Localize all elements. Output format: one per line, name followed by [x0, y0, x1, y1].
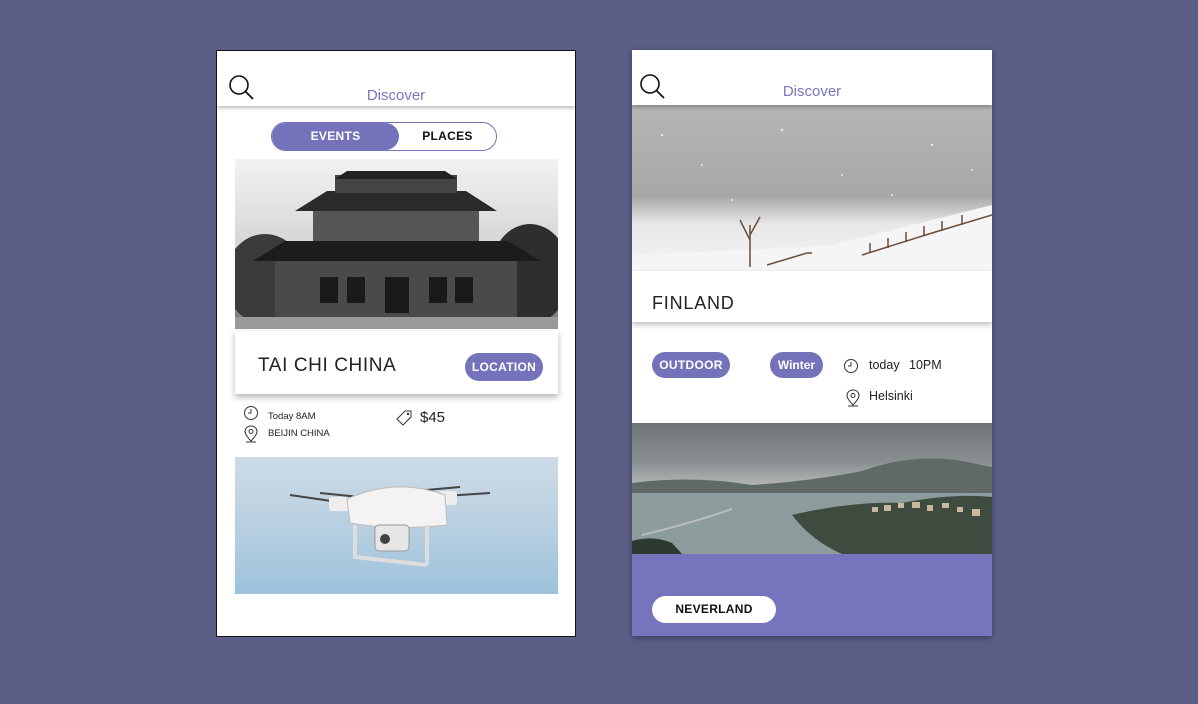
event-time: Today 8AM: [268, 411, 316, 422]
tab-places[interactable]: PLACES: [399, 123, 496, 150]
tab-switcher: EVENTS PLACES: [271, 122, 497, 151]
coastal-town-photo[interactable]: [632, 423, 992, 554]
clock-icon: [244, 406, 258, 420]
place-name: FINLAND: [652, 293, 735, 313]
event-place: BEIJIN CHINA: [268, 428, 330, 439]
location-button[interactable]: LOCATION: [465, 353, 543, 381]
header: Discover: [632, 50, 992, 105]
events-screen: Discover EVENTS PLACES TAI CHI CHINA LOC…: [216, 50, 576, 637]
page-title: Discover: [366, 87, 426, 104]
location-pin-icon: [846, 389, 860, 407]
tag-outdoor[interactable]: OUTDOOR: [652, 352, 730, 378]
drone-photo[interactable]: [235, 457, 558, 594]
location-pin-icon: [244, 425, 258, 443]
places-screen: Discover FINLAND OUTDOOR Winter today 10…: [632, 50, 992, 636]
header: Discover: [217, 51, 575, 106]
event-price: $45: [420, 409, 446, 426]
place-time-hour: 10PM: [909, 358, 942, 372]
temple-photo[interactable]: [235, 159, 558, 329]
snow-landscape-photo[interactable]: [632, 105, 992, 271]
clock-icon: [844, 359, 858, 373]
event-card[interactable]: TAI CHI CHINA LOCATION: [235, 331, 558, 394]
page-title: Discover: [782, 83, 842, 100]
tag-winter[interactable]: Winter: [770, 352, 823, 378]
price-tag-icon: [396, 410, 412, 426]
place-card[interactable]: FINLAND: [632, 271, 992, 322]
tab-events[interactable]: EVENTS: [272, 123, 399, 150]
place-time-day: today: [869, 358, 900, 372]
place-city: Helsinki: [869, 389, 913, 403]
footer-panel: NEVERLAND: [632, 554, 992, 636]
neverland-button[interactable]: NEVERLAND: [652, 596, 776, 623]
event-name: TAI CHI CHINA: [258, 355, 397, 376]
